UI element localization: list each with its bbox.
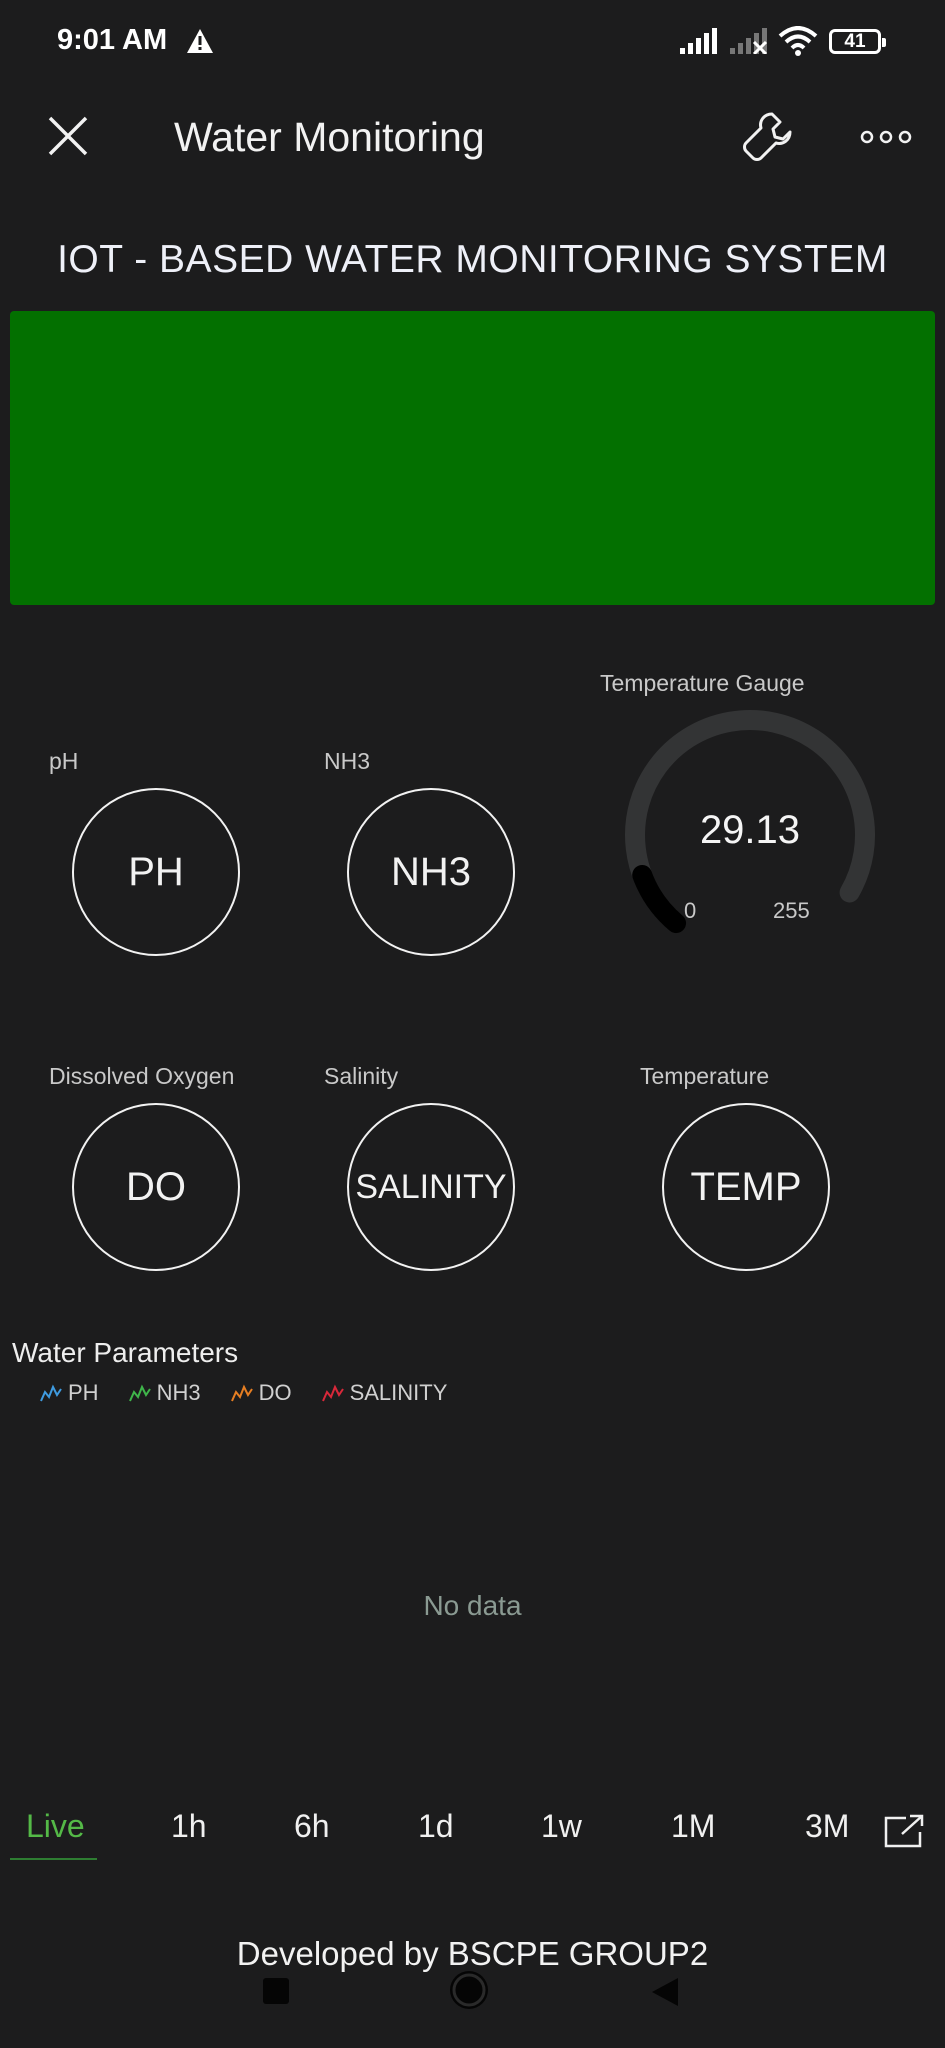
- signal-icon: [680, 28, 718, 59]
- nh3-value-display[interactable]: NH3: [347, 788, 515, 956]
- status-bar: 9:01 AM 41: [0, 0, 945, 88]
- temperature-value-display[interactable]: TEMP: [662, 1103, 830, 1271]
- chart-legend: PH NH3 DO SALINITY: [40, 1380, 477, 1406]
- line-chart-icon: [321, 1384, 344, 1402]
- tab-6h[interactable]: 6h: [294, 1808, 330, 1845]
- status-time: 9:01 AM: [57, 24, 168, 56]
- legend-label: PH: [68, 1380, 99, 1405]
- back-icon: [652, 1978, 678, 2006]
- signal-off-icon: [730, 28, 768, 59]
- settings-button[interactable]: [742, 110, 794, 162]
- tab-1h[interactable]: 1h: [171, 1808, 207, 1845]
- home-icon: [452, 1973, 486, 2007]
- more-icon: [860, 130, 912, 144]
- legend-label: DO: [258, 1380, 292, 1405]
- wrench-icon: [743, 112, 792, 161]
- ph-value-display[interactable]: PH: [72, 788, 240, 956]
- no-data-message: No data: [423, 1590, 522, 1621]
- app-bar: Water Monitoring: [0, 88, 945, 198]
- recents-button[interactable]: [263, 1978, 289, 2004]
- do-value-display[interactable]: DO: [72, 1103, 240, 1271]
- battery-icon: 41: [829, 29, 886, 54]
- ph-label: pH: [49, 748, 79, 774]
- gauge-max: 255: [773, 898, 810, 923]
- tab-1m[interactable]: 1M: [671, 1808, 715, 1845]
- temperature-gauge[interactable]: 29.13 0 255: [610, 700, 890, 940]
- close-button[interactable]: [44, 112, 92, 160]
- legend-item-ph[interactable]: PH: [40, 1380, 99, 1406]
- legend-item-salinity[interactable]: SALINITY: [321, 1380, 448, 1406]
- warning-icon: [186, 28, 214, 59]
- nh3-label: NH3: [324, 748, 371, 774]
- more-button[interactable]: [860, 126, 912, 148]
- legend-item-nh3[interactable]: NH3: [128, 1380, 201, 1406]
- do-label: Dissolved Oxygen: [49, 1063, 235, 1089]
- dashboard-title: IOT - BASED WATER MONITORING SYSTEM: [57, 238, 888, 281]
- legend-item-do[interactable]: DO: [230, 1380, 292, 1406]
- time-range-tabs: Live 1h 6h 1d 1w 1M 3M: [0, 1800, 945, 1860]
- gauge-label: Temperature Gauge: [600, 670, 805, 696]
- back-button[interactable]: [650, 1976, 680, 2013]
- temperature-label: Temperature: [640, 1063, 770, 1089]
- system-nav-bar: [0, 1966, 945, 2016]
- active-tab-indicator: [10, 1858, 97, 1860]
- tab-1d[interactable]: 1d: [418, 1808, 454, 1845]
- expand-chart-button[interactable]: [884, 1814, 924, 1848]
- app-title: Water Monitoring: [174, 114, 485, 160]
- legend-label: NH3: [156, 1380, 201, 1405]
- salinity-value-display[interactable]: SALINITY: [347, 1103, 515, 1271]
- close-icon: [48, 116, 88, 156]
- screen: 9:01 AM 41 Water Monitoring IOT - BASED …: [0, 0, 945, 2048]
- wifi-icon: [778, 26, 818, 61]
- tab-live[interactable]: Live: [26, 1808, 85, 1845]
- tab-3m[interactable]: 3M: [805, 1808, 849, 1845]
- gauge-min: 0: [684, 898, 697, 923]
- gauge-value: 29.13: [699, 808, 801, 852]
- chart-title: Water Parameters: [12, 1337, 239, 1368]
- line-chart-icon: [128, 1384, 151, 1402]
- home-button[interactable]: [450, 1971, 488, 2009]
- external-link-icon: [884, 1814, 924, 1848]
- line-chart-icon: [230, 1384, 253, 1402]
- status-indicator-panel: [10, 311, 935, 605]
- line-chart-icon: [40, 1384, 62, 1402]
- salinity-label: Salinity: [324, 1063, 399, 1089]
- legend-label: SALINITY: [349, 1380, 448, 1405]
- tab-1w[interactable]: 1w: [541, 1808, 582, 1845]
